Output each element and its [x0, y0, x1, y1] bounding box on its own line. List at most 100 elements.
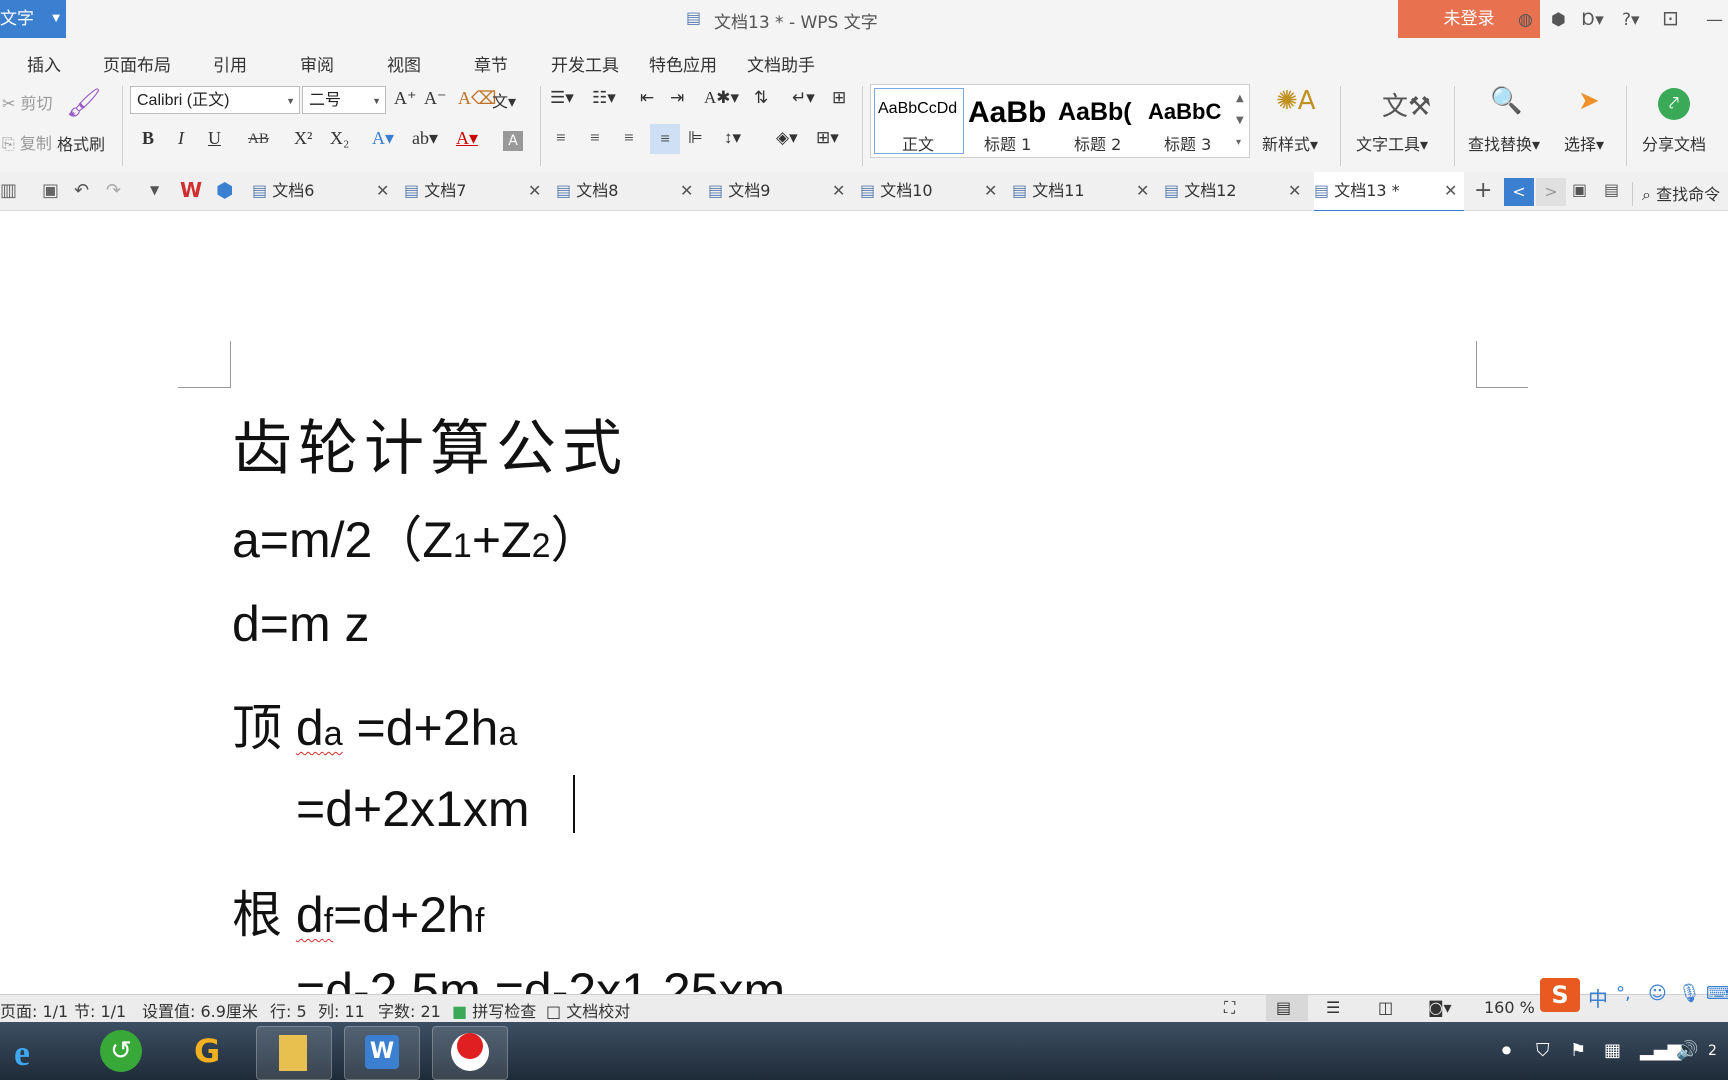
tray-record-icon[interactable]: ⏺	[1502, 1040, 1511, 1061]
outline-view-icon[interactable]: ☰	[1326, 998, 1340, 1017]
emoji-icon[interactable]: ☺	[1648, 983, 1667, 1004]
style-heading2-label[interactable]: 标题 2	[1074, 131, 1121, 155]
print-preview-icon[interactable]: ▣	[42, 180, 59, 201]
copy-button[interactable]: ⎘ 复制	[2, 130, 52, 154]
tab-doc10[interactable]: ▤ 文档10 ✕	[860, 172, 1006, 210]
align-right-icon[interactable]: ≡	[624, 128, 634, 148]
full-screen-icon[interactable]: ⛶	[1224, 998, 1235, 1018]
menu-review[interactable]: 审阅	[300, 51, 334, 76]
cube-icon[interactable]: ⬢	[216, 178, 233, 202]
taskbar-app[interactable]: G	[172, 1026, 246, 1078]
font-color-icon[interactable]: A▾	[456, 128, 478, 149]
zoom-level[interactable]: 160 %	[1484, 998, 1535, 1017]
char-shading-icon[interactable]: A	[503, 131, 523, 151]
menu-chapter[interactable]: 章节	[474, 51, 508, 76]
status-section[interactable]: 节: 1/1	[74, 998, 126, 1022]
tray-clipboard-icon[interactable]: ▦	[1604, 1040, 1621, 1061]
font-name-select[interactable]: Calibri (正文) ▼	[130, 86, 300, 114]
italic-button[interactable]: I	[178, 128, 184, 149]
phonetic-icon[interactable]: 文▾	[492, 88, 516, 112]
highlight-icon[interactable]: ab▾	[412, 128, 438, 149]
bold-button[interactable]: B	[142, 128, 154, 149]
style-heading3-preview[interactable]: AaBbC	[1148, 99, 1230, 125]
table-icon[interactable]: ⊞	[832, 88, 846, 108]
superscript-button[interactable]: X²	[294, 128, 312, 149]
align-center-icon[interactable]: ≡	[590, 128, 600, 148]
line-spacing-icon[interactable]: ↕▾	[724, 128, 741, 148]
redo-icon[interactable]: ↷	[106, 180, 121, 201]
clock[interactable]: 2	[1708, 1022, 1728, 1080]
menu-references[interactable]: 引用	[213, 51, 247, 76]
keyboard-icon[interactable]: ⌨	[1706, 983, 1728, 1004]
style-heading2-preview[interactable]: AaBb(	[1058, 98, 1138, 127]
taskbar-browser[interactable]: ↺	[86, 1026, 160, 1078]
ime-language[interactable]: 中	[1588, 983, 1608, 1012]
change-case-icon[interactable]: A✱▾	[704, 88, 739, 108]
style-heading3-label[interactable]: 标题 3	[1164, 131, 1211, 155]
spell-check-toggle[interactable]: ■ 拼写检查	[452, 998, 536, 1022]
formula-center-distance[interactable]: a=m/2（Z1+Z2）	[232, 500, 601, 572]
page-view-icon[interactable]: ▤	[1276, 998, 1291, 1017]
tray-flag-icon[interactable]: ⚑	[1570, 1040, 1586, 1061]
new-style-button[interactable]: 新样式▾	[1262, 131, 1318, 155]
tab-menu-icon[interactable]: ▤	[1604, 180, 1619, 199]
text-tools-button[interactable]: 文字工具▾	[1356, 131, 1428, 155]
close-icon[interactable]: ✕	[376, 172, 389, 210]
microphone-icon[interactable]: 🎙	[1678, 983, 1701, 1004]
formula-root-diameter[interactable]: 根 df=d+2hf	[232, 875, 484, 947]
tab-doc9[interactable]: ▤ 文档9 ✕	[708, 172, 854, 210]
style-normal-label[interactable]: 正文	[902, 131, 934, 155]
tab-doc8[interactable]: ▤ 文档8 ✕	[556, 172, 702, 210]
app-menu-button[interactable]: 文字 ▼	[0, 0, 66, 38]
sogou-ime-icon[interactable]: S	[1540, 978, 1580, 1012]
status-page[interactable]: 页面: 1/1	[0, 998, 68, 1022]
close-icon[interactable]: ✕	[1444, 172, 1457, 210]
volume-icon[interactable]: 🔊	[1676, 1040, 1698, 1061]
print-icon[interactable]: ▥	[0, 180, 17, 201]
tab-doc7[interactable]: ▤ 文档7 ✕	[404, 172, 550, 210]
shading-icon[interactable]: ◈▾	[776, 128, 798, 148]
style-heading1-label[interactable]: 标题 1	[984, 131, 1031, 155]
minimize-ribbon-icon[interactable]: ⊡	[1662, 6, 1679, 30]
decrease-indent-icon[interactable]: ⇤	[640, 88, 654, 108]
justify-icon[interactable]: ≡	[650, 124, 680, 154]
new-tab-icon[interactable]: +	[1474, 178, 1492, 203]
taskbar-explorer[interactable]	[256, 1026, 332, 1080]
punctuation-icon[interactable]: °,	[1616, 983, 1631, 1004]
formula-pitch-diameter[interactable]: d=m z	[232, 595, 370, 653]
scroll-tabs-right-icon[interactable]: >	[1536, 178, 1566, 206]
tab-doc11[interactable]: ▤ 文档11 ✕	[1012, 172, 1158, 210]
strikethrough-button[interactable]: AB	[248, 131, 269, 148]
minimize-window-button[interactable]: —	[1706, 10, 1723, 30]
formula-root-expanded[interactable]: =d-2.5m =d-2x1.25xm	[296, 962, 996, 994]
close-icon[interactable]: ✕	[1136, 172, 1149, 210]
tab-doc13-active[interactable]: ▤ 文档13 * ✕	[1314, 172, 1464, 212]
chevron-down-icon[interactable]: ▼	[150, 183, 159, 197]
distribute-icon[interactable]: ⊫	[688, 128, 703, 148]
sort-icon[interactable]: ⇅	[754, 88, 768, 108]
window-icon[interactable]: ▣	[1572, 180, 1587, 199]
cut-button[interactable]: ✂ 剪切	[2, 90, 53, 114]
close-icon[interactable]: ✕	[528, 172, 541, 210]
formula-tip-diameter[interactable]: 顶 da =d+2ha	[232, 688, 517, 760]
close-icon[interactable]: ✕	[984, 172, 997, 210]
scroll-tabs-left-icon[interactable]: <	[1504, 178, 1534, 206]
subscript-button[interactable]: X₂	[330, 128, 349, 149]
status-word-count[interactable]: 字数: 21	[378, 998, 441, 1022]
document-heading[interactable]: 齿轮计算公式	[232, 400, 628, 487]
tray-shield-icon[interactable]: ⛉	[1536, 1040, 1550, 1061]
grow-font-icon[interactable]: A⁺	[394, 88, 417, 109]
tab-doc6[interactable]: ▤ 文档6 ✕	[252, 172, 398, 210]
menu-special[interactable]: 特色应用	[649, 51, 717, 76]
border-icon[interactable]: ⊞▾	[816, 128, 839, 148]
settings-icon[interactable]: ⬢	[1551, 10, 1566, 30]
skin-icon[interactable]: ◍	[1518, 10, 1533, 30]
format-painter-button[interactable]: 格式刷	[57, 131, 105, 155]
reading-view-icon[interactable]: ◙▾	[1428, 998, 1452, 1017]
undo-icon[interactable]: ↶	[74, 180, 89, 201]
align-left-icon[interactable]: ≡	[556, 128, 566, 148]
style-heading1-preview[interactable]: AaBb	[968, 96, 1048, 130]
proofread-toggle[interactable]: □ 文档校对	[546, 998, 630, 1022]
taskbar-ie[interactable]: e	[0, 1026, 74, 1078]
increase-indent-icon[interactable]: ⇥	[670, 88, 684, 108]
